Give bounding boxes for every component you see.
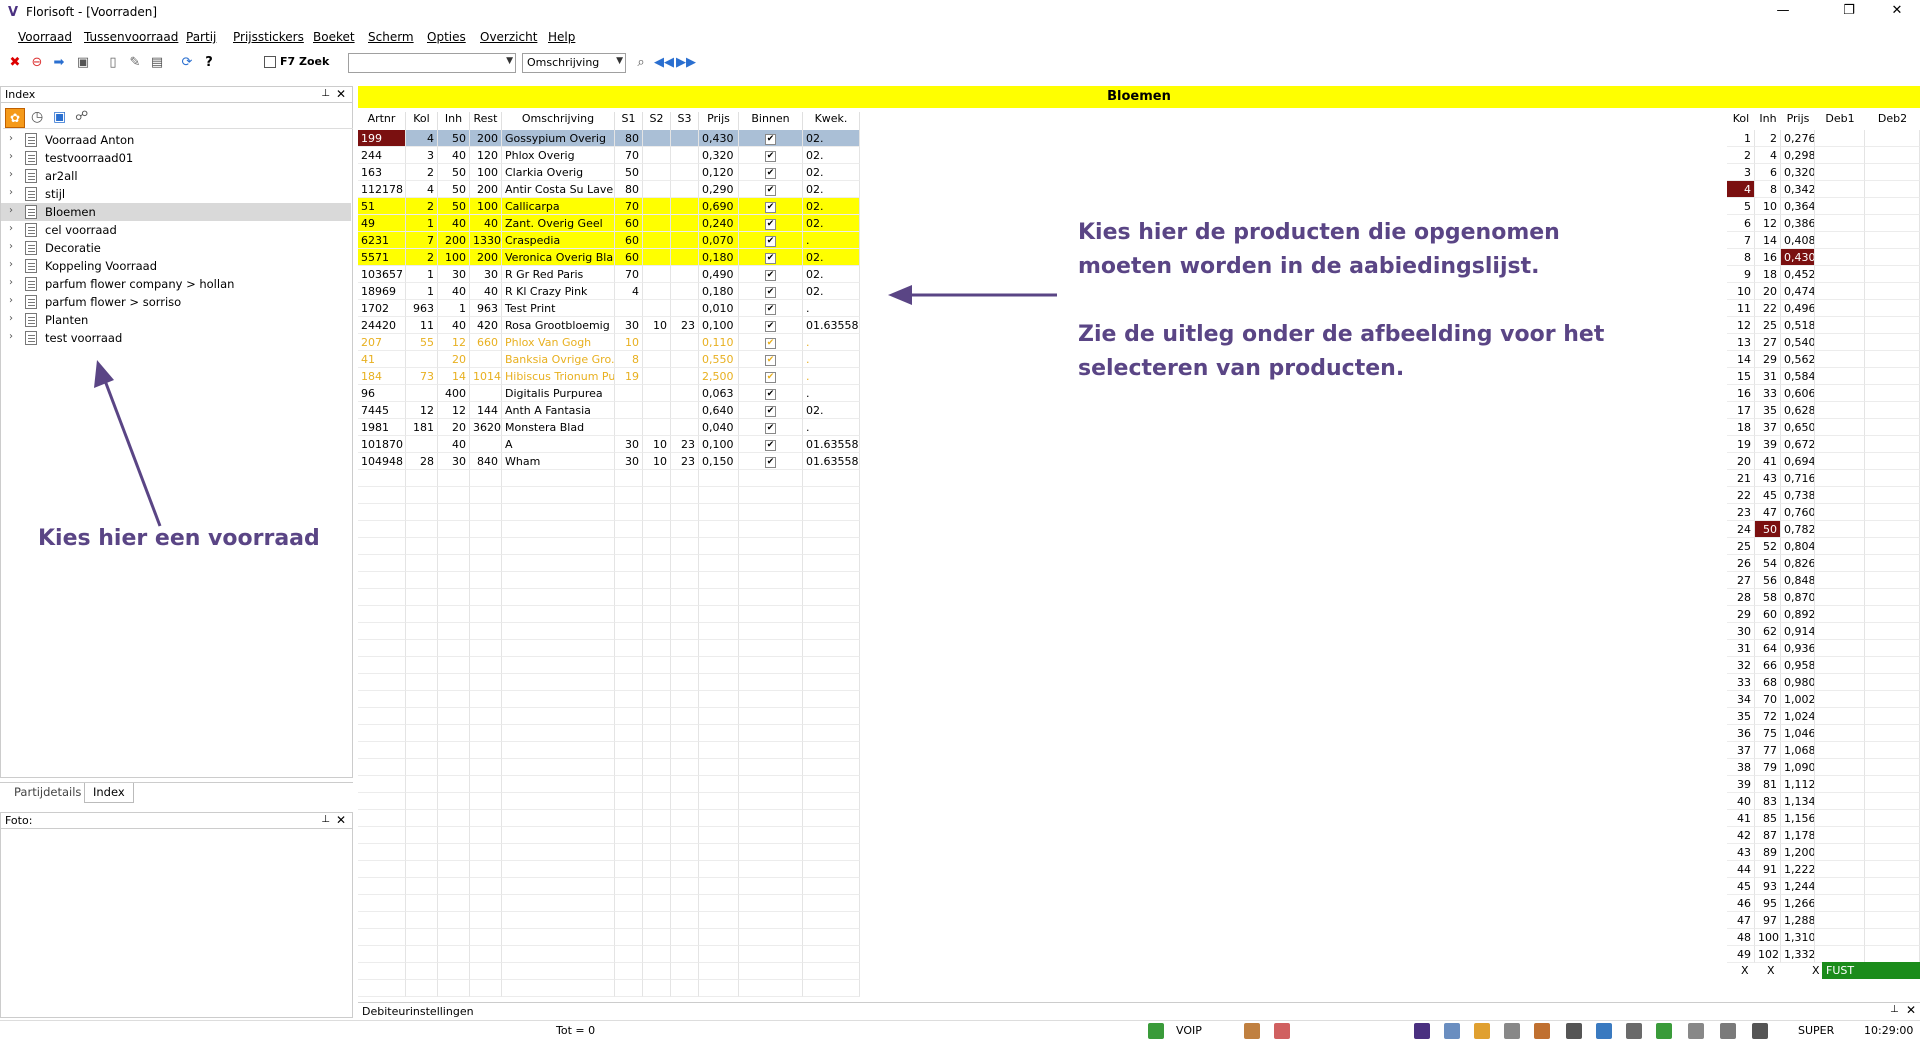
barcode-icon[interactable] xyxy=(1566,1023,1582,1039)
calendar-icon[interactable] xyxy=(1720,1023,1736,1039)
debiteur-label: Debiteurinstellingen xyxy=(362,1005,474,1018)
status-total: Tot = 0 xyxy=(556,1024,596,1037)
status-bar: Tot = 0 VOIP SUPER 10:29:00 xyxy=(0,1020,1920,1040)
contact-icon[interactable] xyxy=(1444,1023,1460,1039)
package-icon[interactable] xyxy=(1474,1023,1490,1039)
voip-icon[interactable] xyxy=(1148,1023,1164,1039)
status-user: SUPER xyxy=(1798,1024,1835,1037)
arrow-left-icon xyxy=(888,285,1057,305)
box-icon[interactable] xyxy=(1534,1023,1550,1039)
status-voip[interactable]: VOIP xyxy=(1176,1024,1202,1037)
close-icon[interactable]: ✕ xyxy=(1906,1003,1916,1017)
pin-icon[interactable]: ⊥ xyxy=(1890,1004,1899,1015)
debiteur-bar: Debiteurinstellingen ⊥ ✕ xyxy=(358,1002,1920,1020)
network-icon[interactable] xyxy=(1626,1023,1642,1039)
search-icon[interactable] xyxy=(1504,1023,1520,1039)
check-icon[interactable] xyxy=(1656,1023,1672,1039)
florisoft-icon[interactable] xyxy=(1414,1023,1430,1039)
status-time: 10:29:00 xyxy=(1864,1024,1914,1037)
arrow-up-icon xyxy=(94,360,162,527)
annotation-arrows xyxy=(94,285,1057,527)
keyboard-icon[interactable] xyxy=(1688,1023,1704,1039)
user-icon[interactable] xyxy=(1244,1023,1260,1039)
user-remove-icon[interactable] xyxy=(1274,1023,1290,1039)
monitor-icon[interactable] xyxy=(1596,1023,1612,1039)
calculator-icon[interactable] xyxy=(1752,1023,1768,1039)
